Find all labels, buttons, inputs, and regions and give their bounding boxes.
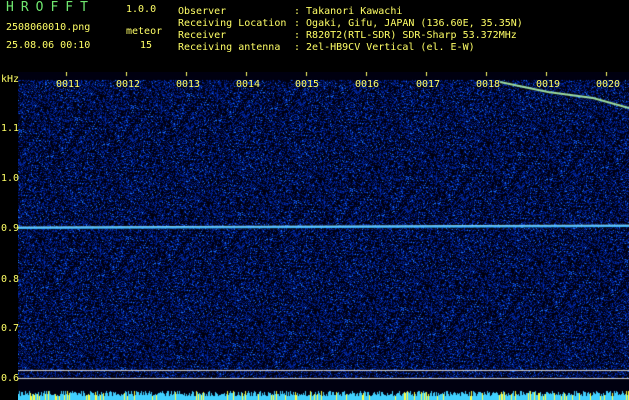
y-tick-1.0: 1.0 <box>1 173 20 184</box>
file-name: 2508060010.png <box>6 22 91 33</box>
x-tick-0016: 0016 <box>355 79 380 90</box>
observer-key: Observer <box>178 6 227 17</box>
x-tick-0012: 0012 <box>116 79 141 90</box>
x-tick-0014: 0014 <box>236 79 261 90</box>
location-value: : Ogaki, Gifu, JAPAN (136.60E, 35.35N) <box>294 18 523 29</box>
file-datetime: 25.08.06 00:10 <box>6 40 91 51</box>
meteor-count: 15 <box>140 40 153 51</box>
observer-value: : Takanori Kawachi <box>294 6 403 17</box>
receiver-key: Receiver <box>178 30 227 41</box>
y-tick-1.1: 1.1 <box>1 123 20 134</box>
antenna-key: Receiving antenna <box>178 42 281 53</box>
header-panel: HROFFT 1.0.0 2508060010.png 25.08.06 00:… <box>0 0 629 72</box>
x-tick-0019: 0019 <box>536 79 561 90</box>
y-tick-0.9: 0.9 <box>1 223 20 234</box>
x-tick-0018: 0018 <box>476 79 501 90</box>
spectrogram <box>18 72 629 400</box>
y-tick-0.7: 0.7 <box>1 323 20 334</box>
app-version: 1.0.0 <box>126 4 157 15</box>
x-tick-0017: 0017 <box>416 79 441 90</box>
y-tick-0.8: 0.8 <box>1 274 20 285</box>
x-tick-0011: 0011 <box>56 79 81 90</box>
x-tick-0015: 0015 <box>295 79 320 90</box>
antenna-value: : 2el-HB9CV Vertical (el. E-W) <box>294 42 475 53</box>
y-axis-unit: kHz <box>1 74 20 85</box>
app-name: HROFFT <box>6 0 95 15</box>
y-tick-0.6: 0.6 <box>1 373 20 384</box>
location-key: Receiving Location <box>178 18 287 29</box>
x-tick-0020: 0020 <box>596 79 621 90</box>
x-tick-0013: 0013 <box>176 79 201 90</box>
meteor-label: meteor <box>126 26 163 37</box>
receiver-value: : R820T2(RTL-SDR) SDR-Sharp 53.372MHz <box>294 30 517 41</box>
